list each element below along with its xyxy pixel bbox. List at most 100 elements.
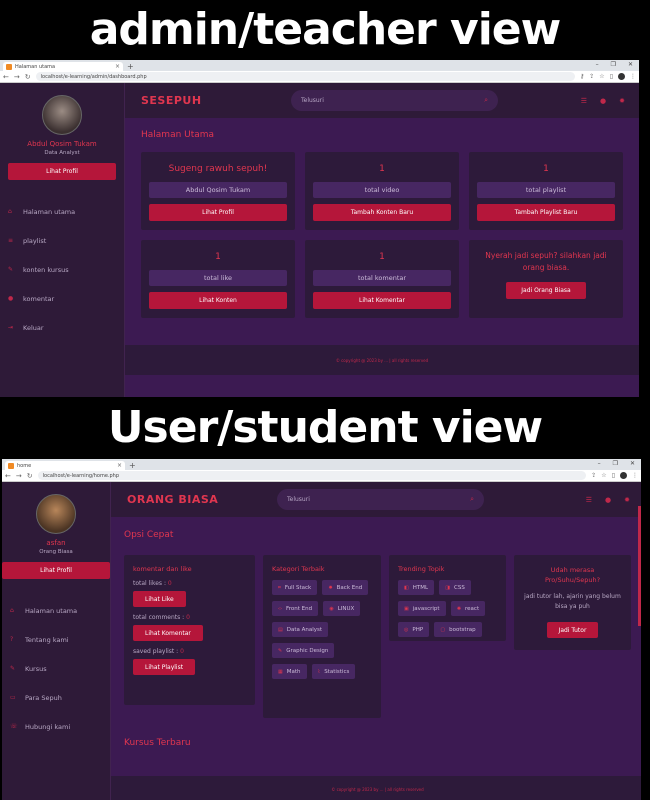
url-text: localhost/e-learning/admin/dashboard.php	[40, 73, 147, 80]
sidebar-item-about[interactable]: ? Tentang kami	[10, 625, 110, 654]
menu-dots-icon[interactable]: ⋮	[630, 73, 636, 80]
add-playlist-button[interactable]: Tambah Playlist Baru	[477, 204, 615, 221]
topic-chip[interactable]: ▢ bootstrap	[434, 622, 482, 637]
comments-value: 0	[186, 614, 190, 621]
star-icon[interactable]: ☆	[601, 472, 606, 479]
sidebar-item-tutors[interactable]: ▭ Para Sepuh	[10, 683, 110, 712]
topic-chip[interactable]: ◎ PHP	[398, 622, 430, 637]
search-icon[interactable]: ⌕	[470, 495, 474, 504]
sidebar-item-courses[interactable]: ✎ Kursus	[10, 654, 110, 683]
card-info: total video	[313, 182, 451, 198]
search-icon[interactable]: ⌕	[484, 96, 488, 105]
view-comments-button[interactable]: Lihat Komentar	[133, 625, 203, 641]
topic-chip[interactable]: ✺ react	[450, 601, 486, 616]
topic-chip[interactable]: ◧ HTML	[398, 580, 435, 595]
view-playlist-button[interactable]: Lihat Playlist	[133, 659, 196, 675]
close-tab-icon[interactable]: ×	[117, 462, 122, 469]
sidebar-item-home[interactable]: ⌂ Halaman utama	[8, 197, 124, 226]
category-chip[interactable]: ⌗ Full Stack	[272, 580, 318, 595]
reload-icon[interactable]: ↻	[25, 73, 31, 81]
forward-icon[interactable]: →	[16, 472, 22, 480]
new-tab-icon[interactable]: +	[127, 62, 134, 71]
sidebar-item-logout[interactable]: ⇥ Keluar	[8, 313, 124, 342]
scrollbar[interactable]	[638, 506, 641, 626]
new-tab-icon[interactable]: +	[129, 461, 136, 470]
category-chip[interactable]: ⌇ Statistics	[311, 664, 356, 679]
logo[interactable]: SESEPUH	[141, 94, 276, 107]
admin-browser-window: Halaman utama × + – ❐ ✕ ← → ↻ localhost/e-l…	[0, 60, 639, 397]
menu-dots-icon[interactable]: ⋮	[632, 472, 638, 479]
category-chip[interactable]: ✎ Graphic Design	[272, 643, 335, 658]
sidepanel-icon[interactable]: ▯	[612, 472, 615, 479]
tab-bar: Halaman utama × + – ❐ ✕	[0, 60, 639, 71]
banner-top: admin/teacher view	[0, 0, 650, 60]
maximize-icon[interactable]: ❐	[613, 460, 618, 467]
user-role: Data Analyst	[44, 150, 80, 156]
minimize-icon[interactable]: –	[598, 460, 601, 467]
sidebar-item-playlist[interactable]: ≡ playlist	[8, 226, 124, 255]
comment-icon: ●	[8, 295, 14, 302]
footer-gap	[125, 375, 639, 397]
search-input[interactable]: Telusuri ⌕	[277, 489, 484, 510]
category-chip[interactable]: ‹› Front End	[272, 601, 319, 616]
close-window-icon[interactable]: ✕	[628, 61, 633, 68]
sidebar-item-label: Tentang kami	[25, 635, 69, 644]
view-profile-button[interactable]: Lihat Profil	[2, 562, 110, 579]
profile-avatar-icon[interactable]	[620, 472, 627, 479]
menu-icon[interactable]: ☰	[586, 496, 592, 504]
profile-avatar-icon[interactable]	[618, 73, 625, 80]
add-content-button[interactable]: Tambah Konten Baru	[313, 204, 451, 221]
close-tab-icon[interactable]: ×	[115, 63, 120, 70]
gear-icon[interactable]: ✹	[624, 496, 630, 504]
search-input[interactable]: Telusuri ⌕	[291, 90, 498, 111]
topic-chip[interactable]: ◨ CSS	[439, 580, 471, 595]
header: SESEPUH Telusuri ⌕ ☰ ● ✹	[125, 83, 639, 118]
become-user-button[interactable]: Jadi Orang Biasa	[506, 282, 586, 299]
sidepanel-icon[interactable]: ▯	[610, 73, 613, 80]
back-icon[interactable]: ←	[5, 472, 11, 480]
user-icon[interactable]: ●	[605, 496, 611, 504]
reload-icon[interactable]: ↻	[27, 472, 33, 480]
category-chip[interactable]: ▤ Data Analyst	[272, 622, 329, 637]
share-icon[interactable]: ⇪	[589, 73, 594, 80]
sidebar-item-contact[interactable]: ☏ Hubungi kami	[10, 712, 110, 741]
category-chip[interactable]: ◉ LINUX	[323, 601, 361, 616]
sidebar-item-label: Hubungi kami	[25, 722, 71, 731]
key-icon[interactable]: ⚷	[580, 73, 584, 80]
logo[interactable]: ORANG BIASA	[127, 493, 262, 506]
view-likes-button[interactable]: Lihat Like	[133, 591, 186, 607]
card-count: 1	[379, 252, 385, 262]
star-icon[interactable]: ☆	[599, 73, 604, 80]
minimize-icon[interactable]: –	[596, 61, 599, 68]
view-content-button[interactable]: Lihat Konten	[149, 292, 287, 309]
browser-tab[interactable]: home ×	[5, 461, 125, 470]
sidebar-item-label: komentar	[23, 294, 55, 303]
sidebar-item-comments[interactable]: ● komentar	[8, 284, 124, 313]
forward-icon[interactable]: →	[14, 73, 20, 81]
menu-icon[interactable]: ☰	[581, 97, 587, 105]
browser-tab[interactable]: Halaman utama ×	[3, 62, 123, 71]
view-profile-card-button[interactable]: Lihat Profil	[149, 204, 287, 221]
sidebar-item-content[interactable]: ✎ konten kursus	[8, 255, 124, 284]
close-window-icon[interactable]: ✕	[630, 460, 635, 467]
card-title: Trending Topik	[398, 565, 445, 573]
maximize-icon[interactable]: ❐	[611, 61, 616, 68]
code-icon: ‹›	[278, 605, 282, 612]
sidebar-item-home[interactable]: ⌂ Halaman utama	[10, 596, 110, 625]
user-icon[interactable]: ●	[600, 97, 606, 105]
topic-chip[interactable]: ▣ javascript	[398, 601, 446, 616]
become-tutor-button[interactable]: Jadi Tutor	[546, 622, 599, 638]
view-profile-button[interactable]: Lihat Profil	[8, 163, 116, 180]
favicon-icon	[8, 462, 14, 469]
url-field[interactable]: localhost/e-learning/admin/dashboard.php	[35, 72, 575, 81]
url-field[interactable]: localhost/e-learning/home.php	[37, 471, 587, 480]
share-icon[interactable]: ⇪	[591, 472, 596, 479]
gear-icon[interactable]: ✹	[619, 97, 625, 105]
category-chip[interactable]: ▦ Math	[272, 664, 307, 679]
become-tutor-card: Udah merasa Pro/Suhu/Sepuh? jadi tutor l…	[514, 555, 631, 650]
latest-courses-title: Kursus Terbaru	[124, 738, 191, 748]
favicon-icon	[6, 63, 12, 70]
view-comments-button[interactable]: Lihat Komentar	[313, 292, 451, 309]
back-icon[interactable]: ←	[3, 73, 9, 81]
category-chip[interactable]: ✹ Back End	[322, 580, 369, 595]
